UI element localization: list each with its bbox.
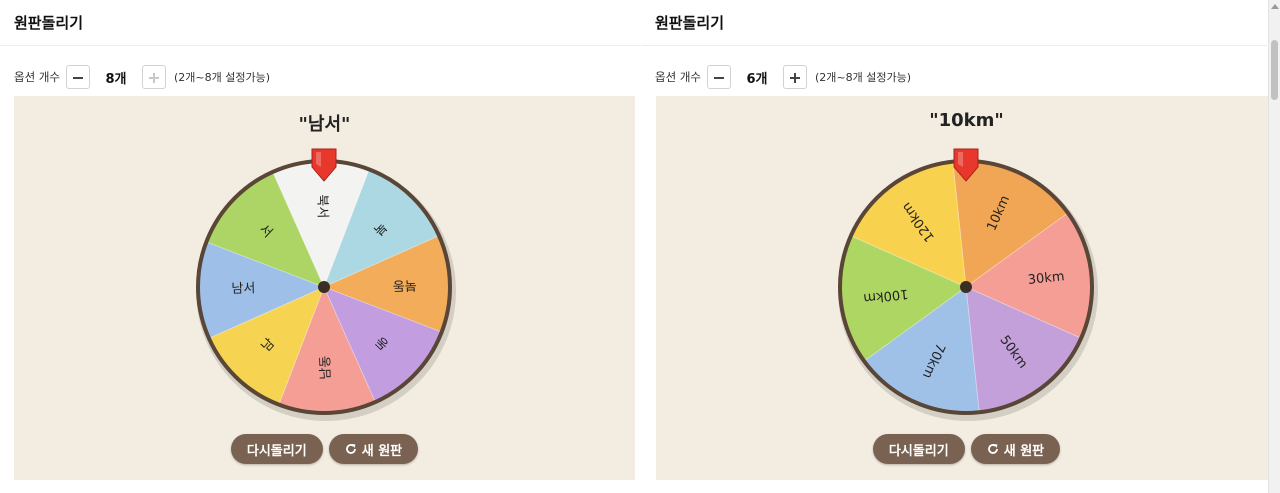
page-scrollbar[interactable] — [1268, 0, 1280, 493]
respin-label: 다시돌리기 — [888, 443, 949, 459]
decrease-button[interactable] — [65, 65, 90, 89]
option-count-value: 6개 — [746, 71, 768, 87]
panel-title: 원판돌리기 — [655, 14, 725, 32]
option-count-controls: 옵션 개수 6개 (2개~8개 설정가능) — [655, 64, 911, 90]
range-hint: (2개~8개 설정가능) — [173, 71, 270, 84]
option-count-label: 옵션 개수 — [655, 70, 701, 84]
scroll-thumb[interactable] — [1271, 40, 1278, 100]
wheel-hub — [960, 281, 972, 293]
option-count-controls: 옵션 개수 8개 (2개~8개 설정가능) — [14, 64, 270, 90]
panel-header: 원판돌리기 — [0, 0, 640, 46]
option-count-value: 8개 — [105, 71, 127, 87]
respin-label: 다시돌리기 — [246, 443, 307, 459]
refresh-icon — [345, 444, 356, 454]
wheel-segment-label: 북동 — [392, 277, 416, 293]
wheel-stage: "10km" 10km 30km 50km 70km 100km 120km 다시돌리기 … — [656, 96, 1277, 480]
minus-icon — [72, 76, 83, 79]
wheel-stage: "남서" 북 북동 동 남동 남 남서 서 북서 다시돌리기 새 원판 — [14, 96, 635, 480]
respin-button[interactable]: 다시돌리기 — [872, 434, 965, 464]
respin-button[interactable]: 다시돌리기 — [230, 434, 323, 464]
wheel-hub — [318, 281, 330, 293]
increase-button[interactable] — [782, 65, 807, 89]
scroll-up-icon[interactable] — [1271, 4, 1279, 9]
wheel-segment-label: 남서 — [231, 281, 255, 297]
increase-button[interactable] — [141, 65, 166, 89]
refresh-icon — [987, 444, 998, 454]
spin-wheel[interactable]: 북북동동남동남남서서북서 — [14, 96, 635, 480]
range-hint: (2개~8개 설정가능) — [814, 71, 911, 84]
new-wheel-label: 새 원판 — [361, 443, 403, 459]
minus-icon — [713, 76, 724, 79]
action-buttons: 다시돌리기 새 원판 — [656, 434, 1277, 464]
panel-header: 원판돌리기 — [641, 0, 1267, 46]
new-wheel-button[interactable]: 새 원판 — [970, 434, 1061, 464]
decrease-button[interactable] — [706, 65, 731, 89]
wheel-segment-label: 남동 — [318, 355, 334, 379]
new-wheel-label: 새 원판 — [1003, 443, 1045, 459]
wheel-panel-right: 원판돌리기 옵션 개수 6개 (2개~8개 설정가능) "10km" 10km 3… — [641, 0, 1277, 493]
spin-wheel[interactable]: 10km30km50km70km100km120km — [656, 96, 1277, 480]
wheel-panel-left: 원판돌리기 옵션 개수 8개 (2개~8개 설정가능) "남서" 북 북동 동 남동 남… — [0, 0, 640, 493]
option-count-label: 옵션 개수 — [14, 70, 60, 84]
new-wheel-button[interactable]: 새 원판 — [328, 434, 419, 464]
action-buttons: 다시돌리기 새 원판 — [14, 434, 635, 464]
wheel-segment-label: 북서 — [314, 194, 330, 218]
panel-title: 원판돌리기 — [14, 14, 84, 32]
